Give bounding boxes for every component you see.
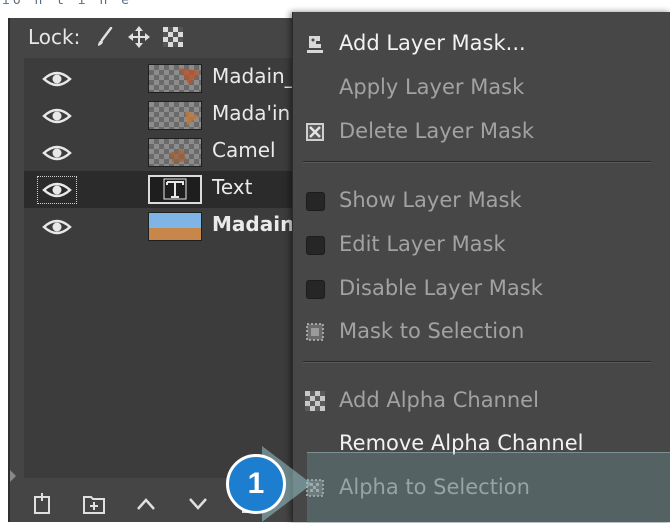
visibility-eye-icon[interactable] <box>38 140 76 166</box>
layer-list: Madain_ Mada'in Camel Text Madain <box>24 58 310 478</box>
menu-item-label: Delete Layer Mask <box>339 119 534 143</box>
visibility-eye-icon[interactable] <box>37 176 77 204</box>
menu-item-apply-layer-mask[interactable]: Apply Layer Mask <box>293 68 670 108</box>
layer-thumbnail <box>148 138 202 167</box>
layer-row[interactable]: Madain_ <box>24 60 310 97</box>
scroll-indicator <box>10 470 16 482</box>
layer-row[interactable]: Madain <box>24 208 310 245</box>
checkbox-icon[interactable] <box>305 191 325 211</box>
visibility-eye-icon[interactable] <box>38 66 76 92</box>
menu-item-mask-to-selection[interactable]: Mask to Selection <box>293 312 670 352</box>
menu-item-label: Apply Layer Mask <box>339 75 525 99</box>
photo-layer-thumbnail <box>148 212 202 241</box>
mask-selection-icon <box>305 322 325 342</box>
menu-item-label: Mask to Selection <box>339 319 525 343</box>
checkbox-icon[interactable] <box>305 235 325 255</box>
move-icon[interactable] <box>128 26 151 48</box>
paintbrush-icon[interactable] <box>94 26 116 48</box>
menu-item-label: Edit Layer Mask <box>339 232 506 256</box>
layer-row-selected[interactable]: Text <box>24 171 310 208</box>
layer-name[interactable]: Madain_ <box>212 64 295 88</box>
callout-highlight <box>307 452 670 523</box>
layer-name[interactable]: Mada'in <box>212 101 290 125</box>
visibility-eye-icon[interactable] <box>38 103 76 129</box>
alpha-checker-icon <box>305 391 325 411</box>
lower-layer-icon[interactable] <box>180 488 216 520</box>
menu-item-label: Add Layer Mask... <box>339 31 526 55</box>
menu-separator <box>303 361 651 363</box>
menu-separator <box>303 161 651 163</box>
menu-item-label: Add Alpha Channel <box>339 388 539 412</box>
layer-name[interactable]: Camel <box>212 138 276 162</box>
text-layer-thumbnail <box>148 175 202 204</box>
menu-item-add-layer-mask[interactable]: Add Layer Mask... <box>293 24 670 64</box>
callout-step-badge: 1 <box>226 454 286 514</box>
cropped-heading-text: io n t i n e <box>2 0 132 8</box>
menu-item-show-layer-mask[interactable]: Show Layer Mask <box>293 181 670 221</box>
menu-item-edit-layer-mask[interactable]: Edit Layer Mask <box>293 225 670 265</box>
lock-label: Lock: <box>28 25 81 49</box>
layer-thumbnail <box>148 101 202 130</box>
new-layer-icon[interactable] <box>24 488 60 520</box>
layer-row[interactable]: Mada'in <box>24 97 310 134</box>
checkbox-icon[interactable] <box>305 279 325 299</box>
layer-context-menu: Add Layer Mask... Apply Layer Mask Delet… <box>292 12 670 522</box>
raise-layer-icon[interactable] <box>128 488 164 520</box>
menu-item-delete-layer-mask[interactable]: Delete Layer Mask <box>293 112 670 152</box>
new-group-icon[interactable] <box>76 488 112 520</box>
menu-item-label: Show Layer Mask <box>339 188 522 212</box>
menu-item-disable-layer-mask[interactable]: Disable Layer Mask <box>293 269 670 309</box>
layer-thumbnail <box>148 64 202 93</box>
delete-mask-icon <box>305 122 325 142</box>
menu-item-add-alpha-channel[interactable]: Add Alpha Channel <box>293 381 670 421</box>
lock-bar: Lock: <box>10 18 310 56</box>
layer-name[interactable]: Madain <box>212 212 294 236</box>
layer-row[interactable]: Camel <box>24 134 310 171</box>
add-mask-icon <box>305 34 325 54</box>
menu-item-label: Disable Layer Mask <box>339 276 543 300</box>
visibility-eye-icon[interactable] <box>38 214 76 240</box>
layer-name[interactable]: Text <box>212 175 252 199</box>
alpha-checker-icon[interactable] <box>162 26 184 48</box>
